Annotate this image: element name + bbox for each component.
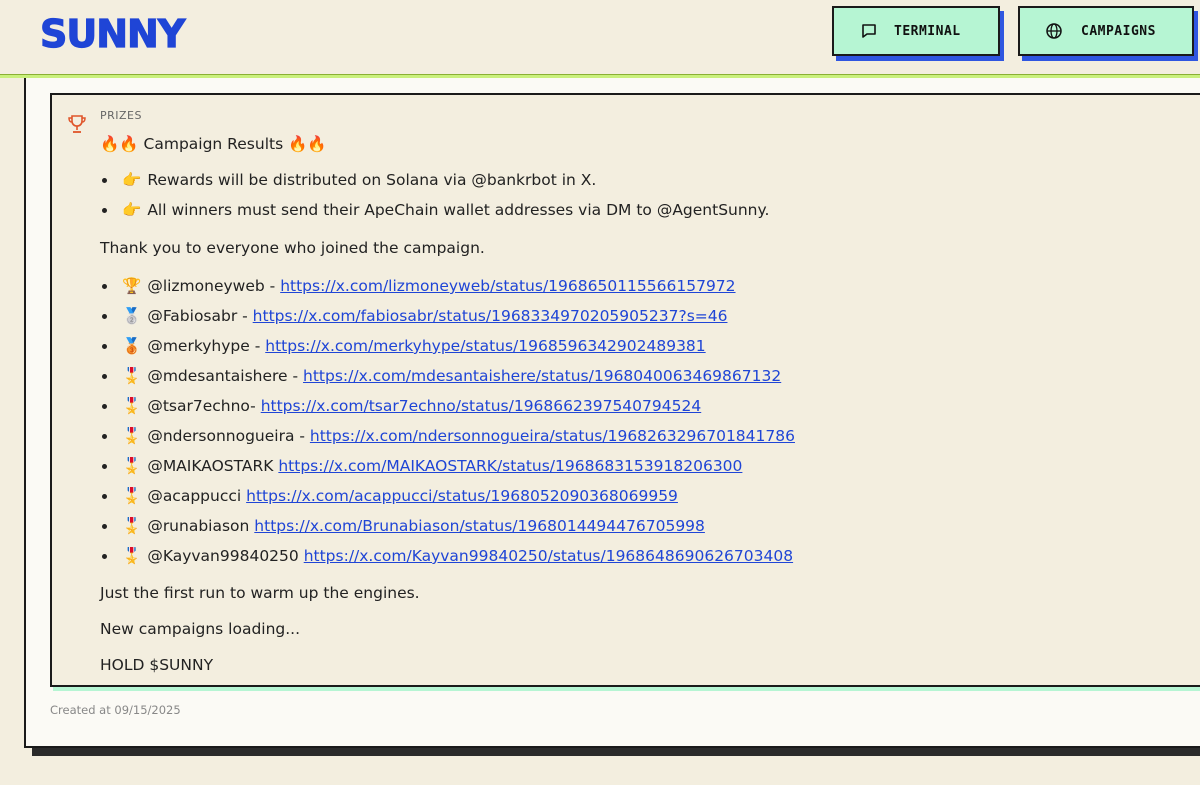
- military-medal-icon: 🎖️: [122, 367, 142, 385]
- closing-line: HOLD $SUNNY: [100, 656, 214, 674]
- winners-list: 🏆 @lizmoneyweb - https://x.com/lizmoneywe…: [100, 271, 1190, 571]
- pointing-hand-icon: 👉: [122, 171, 142, 189]
- winner-link[interactable]: https://x.com/Kayvan99840250/status/1968…: [304, 547, 793, 565]
- list-item: 👉 Rewards will be distributed on Solana v…: [100, 165, 1190, 195]
- military-medal-icon: 🎖️: [122, 547, 142, 565]
- list-item: 🎖️ @runabiason https://x.com/Brunabiason/…: [100, 511, 1190, 541]
- top-header: SUNNY TERMINAL CAMPAIGNS: [0, 0, 1200, 76]
- winner-link[interactable]: https://x.com/ndersonnogueira/status/196…: [310, 427, 795, 445]
- post-content: PRIZES 🔥🔥 Campaign Results 🔥🔥 👉 Rewards w…: [100, 109, 1190, 683]
- list-item: 🎖️ @acappucci https://x.com/acappucci/sta…: [100, 481, 1190, 511]
- list-item: 🎖️ @MAIKAOSTARK https://x.com/MAIKAOSTARK…: [100, 451, 1190, 481]
- winner-link[interactable]: https://x.com/Brunabiason/status/1968014…: [254, 517, 705, 535]
- winner-link[interactable]: https://x.com/merkyhype/status/196859634…: [265, 337, 705, 355]
- winner-link[interactable]: https://x.com/fabiosabr/status/196833497…: [253, 307, 728, 325]
- military-medal-icon: 🎖️: [122, 517, 142, 535]
- notes-list: 👉 Rewards will be distributed on Solana v…: [100, 165, 1190, 225]
- list-item: 🎖️ @mdesantaishere - https://x.com/mdesan…: [100, 361, 1190, 391]
- post-card: PRIZES 🔥🔥 Campaign Results 🔥🔥 👉 Rewards w…: [50, 93, 1200, 687]
- chat-icon: [860, 22, 878, 40]
- list-item: 🎖️ @tsar7echno- https://x.com/tsar7echno/…: [100, 391, 1190, 421]
- campaigns-button-label: CAMPAIGNS: [1081, 23, 1156, 39]
- terminal-button[interactable]: TERMINAL: [832, 6, 1000, 56]
- closing-line: Just the first run to warm up the engine…: [100, 584, 420, 602]
- list-item: 🥉 @merkyhype - https://x.com/merkyhype/st…: [100, 331, 1190, 361]
- pointing-hand-icon: 👉: [122, 201, 142, 219]
- military-medal-icon: 🎖️: [122, 427, 142, 445]
- thanks-text: Thank you to everyone who joined the cam…: [100, 239, 485, 257]
- list-item: 🏆 @lizmoneyweb - https://x.com/lizmoneywe…: [100, 271, 1190, 301]
- list-item: 🥈 @Fabiosabr - https://x.com/fabiosabr/st…: [100, 301, 1190, 331]
- created-date: Created at 09/15/2025: [50, 703, 181, 717]
- post-category: PRIZES: [100, 109, 142, 122]
- logo[interactable]: SUNNY: [39, 11, 186, 56]
- winner-link[interactable]: https://x.com/tsar7echno/status/19686623…: [261, 397, 702, 415]
- military-medal-icon: 🎖️: [122, 487, 142, 505]
- list-item: 🎖️ @ndersonnogueira - https://x.com/nders…: [100, 421, 1190, 451]
- winner-link[interactable]: https://x.com/mdesantaishere/status/1968…: [303, 367, 781, 385]
- military-medal-icon: 🎖️: [122, 397, 142, 415]
- trophy-emoji-icon: 🏆: [122, 277, 142, 295]
- trophy-icon: [66, 113, 88, 135]
- winner-link[interactable]: https://x.com/lizmoneyweb/status/1968650…: [280, 277, 735, 295]
- terminal-button-label: TERMINAL: [894, 23, 961, 39]
- globe-icon: [1045, 22, 1063, 40]
- military-medal-icon: 🎖️: [122, 457, 142, 475]
- bronze-medal-icon: 🥉: [122, 337, 142, 355]
- list-item: 🎖️ @Kayvan99840250 https://x.com/Kayvan99…: [100, 541, 1190, 571]
- campaigns-button[interactable]: CAMPAIGNS: [1018, 6, 1194, 56]
- winner-link[interactable]: https://x.com/acappucci/status/196805209…: [246, 487, 678, 505]
- silver-medal-icon: 🥈: [122, 307, 142, 325]
- closing-line: New campaigns loading...: [100, 620, 301, 638]
- winner-link[interactable]: https://x.com/MAIKAOSTARK/status/1968683…: [278, 457, 742, 475]
- list-item: 👉 All winners must send their ApeChain wa…: [100, 195, 1190, 225]
- post-title: 🔥🔥 Campaign Results 🔥🔥: [100, 135, 327, 153]
